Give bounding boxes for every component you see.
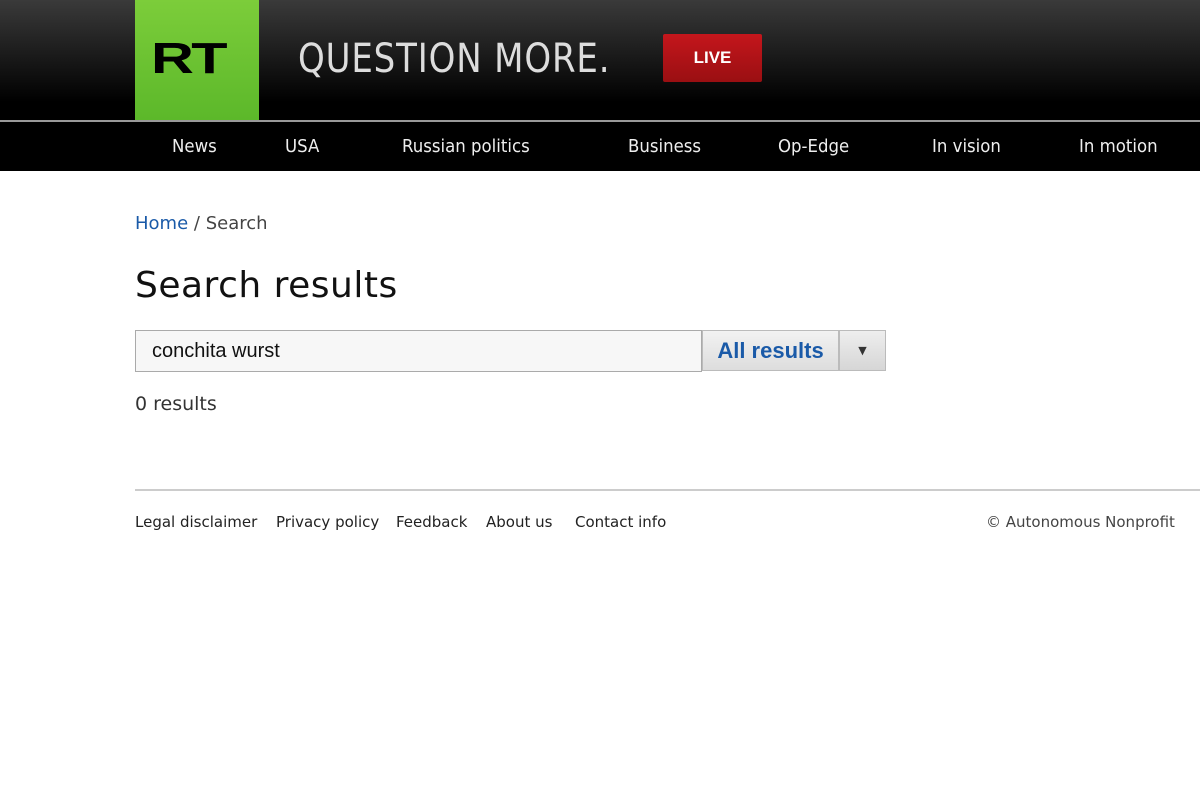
- filter-select[interactable]: All results: [702, 330, 839, 371]
- nav-business[interactable]: Business: [628, 136, 701, 157]
- footer-legal-disclaimer[interactable]: Legal disclaimer: [135, 513, 257, 531]
- breadcrumb-separator: /: [193, 213, 200, 234]
- footer-about-us[interactable]: About us: [486, 513, 552, 531]
- chevron-down-icon[interactable]: ▼: [839, 330, 886, 371]
- nav-usa[interactable]: USA: [285, 136, 319, 157]
- site-header: RT QUESTION MORE. LIVE: [0, 0, 1200, 120]
- page-title: Search results: [135, 265, 398, 306]
- nav-news[interactable]: News: [172, 136, 217, 157]
- slogan: QUESTION MORE.: [298, 36, 611, 82]
- nav-op-edge[interactable]: Op-Edge: [778, 136, 849, 157]
- breadcrumb: Home / Search: [135, 213, 268, 234]
- nav-in-vision[interactable]: In vision: [932, 136, 1001, 157]
- breadcrumb-home[interactable]: Home: [135, 213, 188, 234]
- rt-logo[interactable]: RT: [135, 0, 259, 120]
- footer-divider: [135, 489, 1200, 491]
- logo-text: RT: [151, 34, 227, 83]
- main-nav: News USA Russian politics Business Op-Ed…: [0, 120, 1200, 171]
- nav-russian-politics[interactable]: Russian politics: [402, 136, 530, 157]
- search-input[interactable]: [135, 330, 702, 372]
- footer-privacy-policy[interactable]: Privacy policy: [276, 513, 379, 531]
- nav-in-motion[interactable]: In motion: [1079, 136, 1158, 157]
- live-button[interactable]: LIVE: [663, 34, 762, 82]
- footer-contact-info[interactable]: Contact info: [575, 513, 666, 531]
- result-count: 0 results: [135, 393, 217, 415]
- breadcrumb-current: Search: [205, 213, 268, 234]
- copyright: © Autonomous Nonprofit: [986, 513, 1175, 531]
- footer-feedback[interactable]: Feedback: [396, 513, 467, 531]
